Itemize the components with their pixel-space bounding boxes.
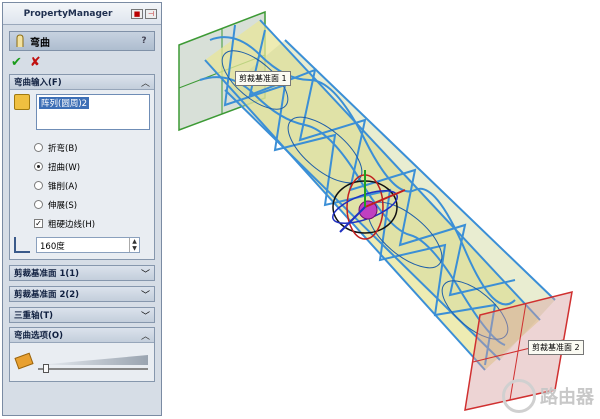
accuracy-slider[interactable] xyxy=(38,349,148,373)
selection-body-icon xyxy=(14,94,30,110)
model-canvas[interactable] xyxy=(165,0,600,419)
slider-wedge xyxy=(38,355,148,365)
chevron-down-icon[interactable]: ﹀ xyxy=(141,309,150,322)
trim-plane-2-label[interactable]: 剪裁基准面 2 xyxy=(528,340,584,355)
trim-plane-2-section[interactable]: 剪裁基准面 2(2) ﹀ xyxy=(9,286,155,302)
option-twist-label: 扭曲(W) xyxy=(48,162,81,173)
slider-thumb[interactable] xyxy=(43,364,49,373)
chevron-up-icon[interactable]: ︿ xyxy=(141,76,150,89)
option-fold[interactable]: 折弯(B) xyxy=(34,138,154,157)
chevron-down-icon[interactable]: ﹀ xyxy=(141,267,150,280)
rigid-edges-label: 粗硬边线(H) xyxy=(48,219,96,230)
panel-title: PropertyManager xyxy=(23,8,113,19)
ok-button[interactable]: ✔ xyxy=(11,55,22,70)
selection-row: 阵列(圆周)2 xyxy=(10,90,154,130)
slider-track-line xyxy=(38,368,148,370)
bend-type-options: 折弯(B) 扭曲(W) 锥削(A) 伸展(S) ✓ 粗硬边线(H) xyxy=(10,130,154,233)
help-icon[interactable]: ? xyxy=(138,35,150,47)
selected-body[interactable]: 阵列(圆周)2 xyxy=(39,97,90,109)
option-rigid-edges[interactable]: ✓ 粗硬边线(H) xyxy=(34,214,154,233)
panel-pin-icon[interactable]: ⊣ xyxy=(145,8,157,19)
accuracy-icon xyxy=(14,352,34,370)
option-twist[interactable]: 扭曲(W) xyxy=(34,157,154,176)
watermark: 路由器 xyxy=(502,379,594,413)
bend-feature-icon xyxy=(16,34,24,47)
chevron-up-icon[interactable]: ︿ xyxy=(141,329,150,342)
option-taper-label: 锥削(A) xyxy=(48,181,78,192)
trim-plane-1-section[interactable]: 剪裁基准面 1(1) ﹀ xyxy=(9,265,155,281)
angle-value: 160度 xyxy=(40,242,65,252)
option-fold-label: 折弯(B) xyxy=(48,143,78,154)
rigid-edges-checkbox[interactable]: ✓ xyxy=(34,219,43,228)
graphics-view[interactable]: 剪裁基准面 1 剪裁基准面 2 路由器 xyxy=(165,0,600,419)
selection-box[interactable]: 阵列(圆周)2 xyxy=(36,94,150,130)
bend-input-section: 弯曲输入(F) ︿ 阵列(圆周)2 折弯(B) 扭曲(W) 锥削(A) 伸展(S… xyxy=(9,74,155,260)
bend-options-section: 弯曲选项(O) ︿ xyxy=(9,327,155,382)
triad-section[interactable]: 三重轴(T) ﹀ xyxy=(9,307,155,323)
radio-fold[interactable] xyxy=(34,143,43,152)
angle-input[interactable]: 160度 ▲ ▼ xyxy=(36,237,140,253)
ok-cancel-row: ✔ ✘ xyxy=(9,54,155,70)
triad-title: 三重轴(T) xyxy=(14,311,54,321)
accuracy-slider-row xyxy=(10,343,154,381)
option-stretch-label: 伸展(S) xyxy=(48,200,78,211)
bend-input-title: 弯曲输入(F) xyxy=(14,78,62,88)
property-manager-panel: PropertyManager ■ ⊣ 弯曲 ? ✔ ✘ 弯曲输入(F) ︿ 阵… xyxy=(2,2,162,416)
bend-options-title: 弯曲选项(O) xyxy=(14,331,63,341)
angle-spinner[interactable]: ▲ ▼ xyxy=(129,238,139,252)
option-taper[interactable]: 锥削(A) xyxy=(34,176,154,195)
watermark-text: 路由器 xyxy=(540,387,594,408)
feature-name: 弯曲 xyxy=(30,37,50,49)
panel-titlebar: PropertyManager ■ ⊣ xyxy=(3,3,161,25)
router-logo-icon xyxy=(502,379,536,413)
chevron-down-icon[interactable]: ﹀ xyxy=(141,288,150,301)
radio-twist[interactable] xyxy=(34,162,43,171)
feature-header: 弯曲 ? xyxy=(9,31,155,51)
angle-row: 160度 ▲ ▼ xyxy=(10,233,154,259)
radio-stretch[interactable] xyxy=(34,200,43,209)
bend-input-header[interactable]: 弯曲输入(F) ︿ xyxy=(10,75,154,90)
angle-icon xyxy=(14,237,30,253)
radio-taper[interactable] xyxy=(34,181,43,190)
option-stretch[interactable]: 伸展(S) xyxy=(34,195,154,214)
trim-plane-2-title: 剪裁基准面 2(2) xyxy=(14,290,80,300)
cancel-button[interactable]: ✘ xyxy=(30,55,41,70)
bend-options-header[interactable]: 弯曲选项(O) ︿ xyxy=(10,328,154,343)
trim-plane-1-label[interactable]: 剪裁基准面 1 xyxy=(235,71,291,86)
trim-plane-1-title: 剪裁基准面 1(1) xyxy=(14,269,80,279)
panel-close-icon[interactable]: ■ xyxy=(131,8,143,19)
